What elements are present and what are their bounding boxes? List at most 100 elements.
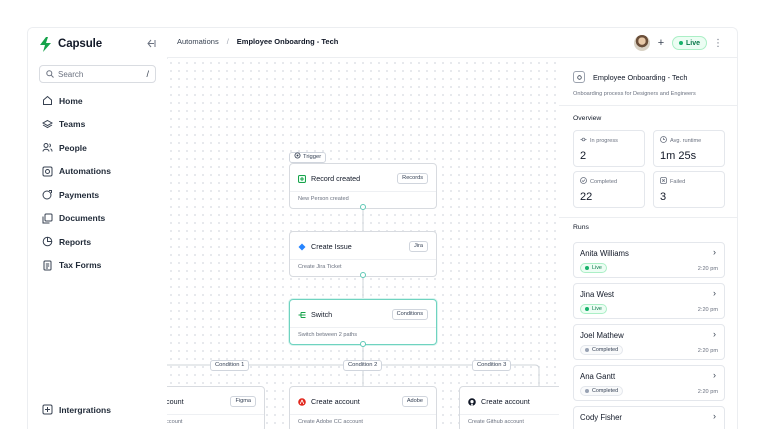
node-description: New Person created (298, 196, 349, 202)
sidebar-item-label: Teams (59, 119, 86, 130)
run-item[interactable]: Ana Gantt › Completed 2:20 pm (573, 365, 725, 401)
sidebar-item-automations[interactable]: Automations (39, 160, 159, 184)
condition-tag-1[interactable]: Condition 1 (210, 360, 250, 371)
documents-icon (41, 212, 53, 224)
status-dot-icon (585, 266, 589, 270)
node-title: count (167, 397, 184, 406)
file-text-icon (41, 259, 53, 271)
workflow-node-switch[interactable]: Switch Conditions Switch between 2 paths (289, 299, 437, 345)
pie-chart-icon (41, 236, 53, 248)
node-badge: Conditions (391, 309, 428, 320)
sidebar-item-documents[interactable]: Documents (39, 207, 159, 231)
panel-title: Employee Onboarding - Tech (593, 72, 688, 82)
sidebar-item-label: Documents (59, 213, 106, 224)
search-box[interactable]: / (39, 65, 156, 83)
record-icon (298, 170, 306, 188)
panel-divider (559, 105, 737, 106)
search-shortcut: / (146, 69, 149, 79)
runs-label: Runs (573, 224, 589, 231)
connection-port[interactable] (360, 272, 366, 278)
workflow-node-create-figma-account[interactable]: count Figma ccount (167, 386, 265, 429)
collapse-sidebar-icon[interactable] (144, 38, 156, 50)
run-name: Ana Gantt (580, 372, 616, 381)
node-title: Create Issue (311, 242, 352, 251)
run-status-label: Completed (592, 347, 619, 353)
run-item[interactable]: Joel Mathew › Completed 2:20 pm (573, 324, 725, 360)
details-panel: Employee Onboarding - Tech Onboarding pr… (559, 59, 737, 429)
sidebar-item-reports[interactable]: Reports (39, 230, 159, 254)
sidebar-item-home[interactable]: Home (39, 89, 159, 113)
stat-value: 2 (580, 150, 587, 162)
chevron-right-icon: › (713, 247, 716, 257)
automation-icon (573, 71, 585, 83)
sidebar-item-tax-forms[interactable]: Tax Forms (39, 254, 159, 278)
search-input[interactable] (58, 69, 128, 79)
panel-divider (559, 217, 737, 218)
connection-port[interactable] (360, 204, 366, 210)
stat-label: Failed (670, 178, 686, 185)
top-bar: Automations / Employee Onboardng - Tech … (167, 28, 737, 58)
adobe-icon (298, 393, 306, 411)
breadcrumb-separator: / (226, 37, 229, 46)
workflow-canvas[interactable]: Trigger Record created Records New Perso… (167, 59, 559, 429)
more-options-icon[interactable]: ⋮ (713, 38, 723, 49)
avatar[interactable] (633, 35, 650, 51)
run-item[interactable]: Cody Fisher › (573, 406, 725, 429)
breadcrumb-automations[interactable]: Automations (177, 37, 219, 46)
sidebar-item-label: Tax Forms (59, 260, 102, 271)
github-icon (468, 393, 476, 411)
node-badge: Adobe (401, 396, 428, 407)
brand[interactable]: Capsule (39, 36, 102, 52)
integrations-icon (41, 404, 53, 416)
status-dot-icon (585, 389, 589, 393)
layers-icon (41, 118, 53, 130)
node-badge: Records (397, 173, 428, 184)
run-status-badge: Completed (580, 386, 624, 396)
node-badge: Figma (230, 396, 256, 407)
sidebar-item-payments[interactable]: Payments (39, 183, 159, 207)
run-status-label: Completed (592, 388, 619, 394)
chevron-right-icon: › (713, 329, 716, 339)
overview-label: Overview (573, 115, 602, 122)
breadcrumb-current: Employee Onboardng - Tech (236, 37, 339, 46)
stat-label: Avg. runtime (670, 137, 702, 144)
sidebar-item-teams[interactable]: Teams (39, 113, 159, 137)
condition-label: Condition 2 (348, 362, 378, 368)
sidebar-nav: Home Teams People Automations Payments D… (39, 89, 159, 277)
add-icon[interactable]: + (656, 37, 666, 49)
run-time: 2:20 pm (697, 266, 718, 272)
workflow-node-create-issue[interactable]: Create Issue Jira Create Jira Ticket (289, 231, 437, 277)
automation-icon (41, 165, 53, 177)
chevron-right-icon: › (713, 411, 716, 421)
run-item[interactable]: Jina West › Live 2:20 pm (573, 283, 725, 319)
run-name: Cody Fisher (580, 413, 623, 422)
condition-tag-3[interactable]: Condition 3 (472, 360, 512, 371)
node-description: Create Github account (468, 419, 524, 425)
node-title: Create account (311, 397, 360, 406)
status-badge[interactable]: Live (671, 36, 707, 50)
run-status-label: Live (592, 306, 602, 312)
run-name: Jina West (580, 290, 615, 299)
sidebar-item-integrations[interactable]: Intergrations (39, 398, 159, 422)
node-title: Record created (311, 174, 361, 183)
sidebar-item-people[interactable]: People (39, 136, 159, 160)
switch-icon (298, 306, 306, 324)
stat-avg-runtime: Avg. runtime 1m 25s (653, 130, 725, 167)
chevron-right-icon: › (713, 370, 716, 380)
node-title: Switch (311, 310, 333, 319)
node-description: Create Jira Ticket (298, 264, 342, 270)
sidebar-item-label: Automations (59, 166, 111, 177)
node-title: Create account (481, 397, 530, 406)
run-status-badge: Live (580, 304, 607, 314)
condition-tag-2[interactable]: Condition 2 (343, 360, 383, 371)
workflow-node-create-github-account[interactable]: Create account Create Github account (459, 386, 559, 429)
sidebar-item-label: Intergrations (59, 404, 111, 415)
workflow-node-create-adobe-account[interactable]: Create account Adobe Create Adobe CC acc… (289, 386, 437, 429)
node-description: Create Adobe CC account (298, 419, 363, 425)
stat-failed: Failed 3 (653, 171, 725, 208)
connection-port[interactable] (360, 341, 366, 347)
stat-value: 1m 25s (660, 150, 697, 162)
workflow-node-record-created[interactable]: Record created Records New Person create… (289, 163, 437, 209)
run-item[interactable]: Anita Williams › Live 2:20 pm (573, 242, 725, 278)
progress-icon (580, 136, 587, 145)
